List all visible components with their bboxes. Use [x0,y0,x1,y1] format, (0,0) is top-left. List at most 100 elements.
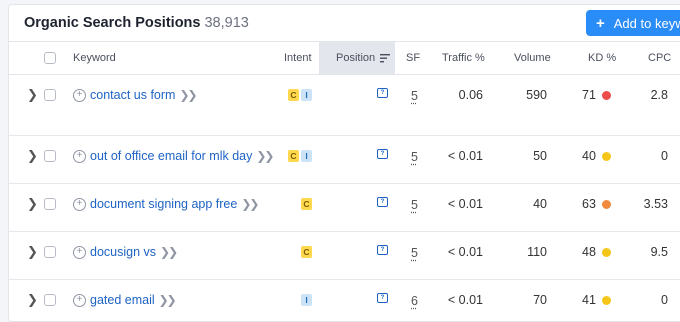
column-intent[interactable]: Intent [284,42,312,74]
search-volume: 590 [526,88,547,102]
column-position-label: Position [336,52,376,64]
keyword-text[interactable]: docusign vs [90,245,156,259]
sf-count[interactable]: 5 [411,197,418,213]
intent-commercial-badge: C [288,89,299,101]
kd-value: 41 [582,293,596,307]
kd-indicator-dot [601,199,611,209]
traffic-percent: < 0.01 [447,293,483,307]
intent-badges: I [299,292,312,308]
intent-badges: CI [286,148,312,164]
table-header: Keyword Intent Position SF Traffic % Vol… [9,41,680,75]
add-to-keyword-list-button[interactable]: + Add to keyw [586,10,680,36]
intent-badges: CI [286,87,312,103]
kd-indicator-dot [601,247,611,257]
add-keyword-icon[interactable]: + [73,88,86,102]
expand-row-chevron-icon[interactable]: ❯ [27,244,38,260]
row-checkbox[interactable] [44,292,56,308]
serp-feature-icon[interactable]: ? [377,242,388,258]
keyword-details-icon[interactable]: ❯❯ [160,245,178,259]
organic-positions-panel: Organic Search Positions 38,913 + Add to … [8,4,680,322]
keyword-details-icon[interactable]: ❯❯ [179,88,197,102]
keyword-link[interactable]: + docusign vs ❯❯ [73,244,178,260]
column-position[interactable]: Position [319,42,395,74]
keyword-link[interactable]: + gated email ❯❯ [73,292,177,308]
keyword-difficulty: 41 [582,292,611,308]
table-row[interactable]: ❯ + document signing app free ❯❯ C ? 5 <… [9,183,680,232]
serp-feature-icon[interactable]: ? [377,290,388,306]
search-volume: 40 [533,197,547,211]
keyword-text[interactable]: contact us form [90,88,175,102]
add-keyword-icon[interactable]: + [73,197,86,211]
result-count: 38,913 [204,15,249,31]
expand-row-chevron-icon[interactable]: ❯ [27,196,38,212]
sf-count[interactable]: 5 [411,245,418,261]
add-keyword-icon[interactable]: + [73,149,86,163]
table-row[interactable]: ❯ + docusign vs ❯❯ C ? 5 < 0.01 110 48 9… [9,231,680,280]
keyword-text[interactable]: document signing app free [90,197,237,211]
sf-count[interactable]: 5 [411,88,418,104]
keyword-difficulty: 40 [582,148,611,164]
intent-informational-badge: I [301,89,312,101]
keyword-link[interactable]: + document signing app free ❯❯ [73,196,259,212]
row-checkbox[interactable] [44,196,56,212]
search-volume: 50 [533,149,547,163]
table-row[interactable]: ❯ + out of office email for mlk day ❯❯ C… [9,135,680,184]
cpc-value: 3.53 [643,197,668,211]
traffic-percent: < 0.01 [447,149,483,163]
row-checkbox[interactable] [44,148,56,164]
cpc-value: 0 [661,149,668,163]
serp-feature-icon[interactable]: ? [377,194,388,210]
keyword-link[interactable]: + contact us form ❯❯ [73,87,198,103]
panel-title: Organic Search Positions 38,913 [24,15,249,31]
keyword-details-icon[interactable]: ❯❯ [241,197,259,211]
kd-indicator-dot [601,295,611,305]
serp-feature-icon[interactable]: ? [377,146,388,162]
intent-commercial-badge: C [301,246,312,258]
panel-header: Organic Search Positions 38,913 + Add to … [9,5,680,39]
cpc-value: 0 [661,293,668,307]
cpc-value: 9.5 [650,245,668,259]
keyword-text[interactable]: gated email [90,293,155,307]
keyword-difficulty: 71 [582,87,611,103]
keyword-details-icon[interactable]: ❯❯ [159,293,177,307]
keyword-link[interactable]: + out of office email for mlk day ❯❯ [73,148,274,164]
intent-informational-badge: I [301,150,312,162]
intent-commercial-badge: C [288,150,299,162]
add-keyword-icon[interactable]: + [73,245,86,259]
search-volume: 70 [533,293,547,307]
expand-row-chevron-icon[interactable]: ❯ [27,148,38,164]
intent-informational-badge: I [301,294,312,306]
intent-badges: C [299,196,312,212]
add-keyword-icon[interactable]: + [73,293,86,307]
intent-badges: C [299,244,312,260]
keyword-details-icon[interactable]: ❯❯ [256,149,274,163]
column-volume[interactable]: Volume [514,42,551,74]
row-checkbox[interactable] [44,244,56,260]
column-keyword[interactable]: Keyword [73,42,116,74]
select-all-checkbox[interactable] [44,42,56,74]
row-checkbox[interactable] [44,87,56,103]
traffic-percent: 0.06 [458,88,483,102]
column-cpc[interactable]: CPC [648,42,671,74]
kd-value: 63 [582,197,596,211]
kd-value: 48 [582,245,596,259]
sf-count[interactable]: 5 [411,149,418,165]
keyword-text[interactable]: out of office email for mlk day [90,149,252,163]
sf-count[interactable]: 6 [411,293,418,309]
sort-descending-icon [380,53,391,62]
column-kd[interactable]: KD % [588,42,616,74]
kd-indicator-dot [601,90,611,100]
add-button-label: Add to keyw [613,15,680,31]
title-text: Organic Search Positions [24,15,201,31]
table-row[interactable]: ❯ + contact us form ❯❯ CI ? 5 0.06 590 7… [9,74,680,136]
traffic-percent: < 0.01 [447,197,483,211]
kd-indicator-dot [601,151,611,161]
expand-row-chevron-icon[interactable]: ❯ [27,292,38,308]
expand-row-chevron-icon[interactable]: ❯ [27,87,38,103]
column-sf[interactable]: SF [406,42,420,74]
serp-feature-icon[interactable]: ? [377,85,388,101]
column-traffic[interactable]: Traffic % [442,42,485,74]
table-row[interactable]: ❯ + gated email ❯❯ I ? 6 < 0.01 70 41 0 [9,279,680,321]
cpc-value: 2.8 [650,88,668,102]
traffic-percent: < 0.01 [447,245,483,259]
